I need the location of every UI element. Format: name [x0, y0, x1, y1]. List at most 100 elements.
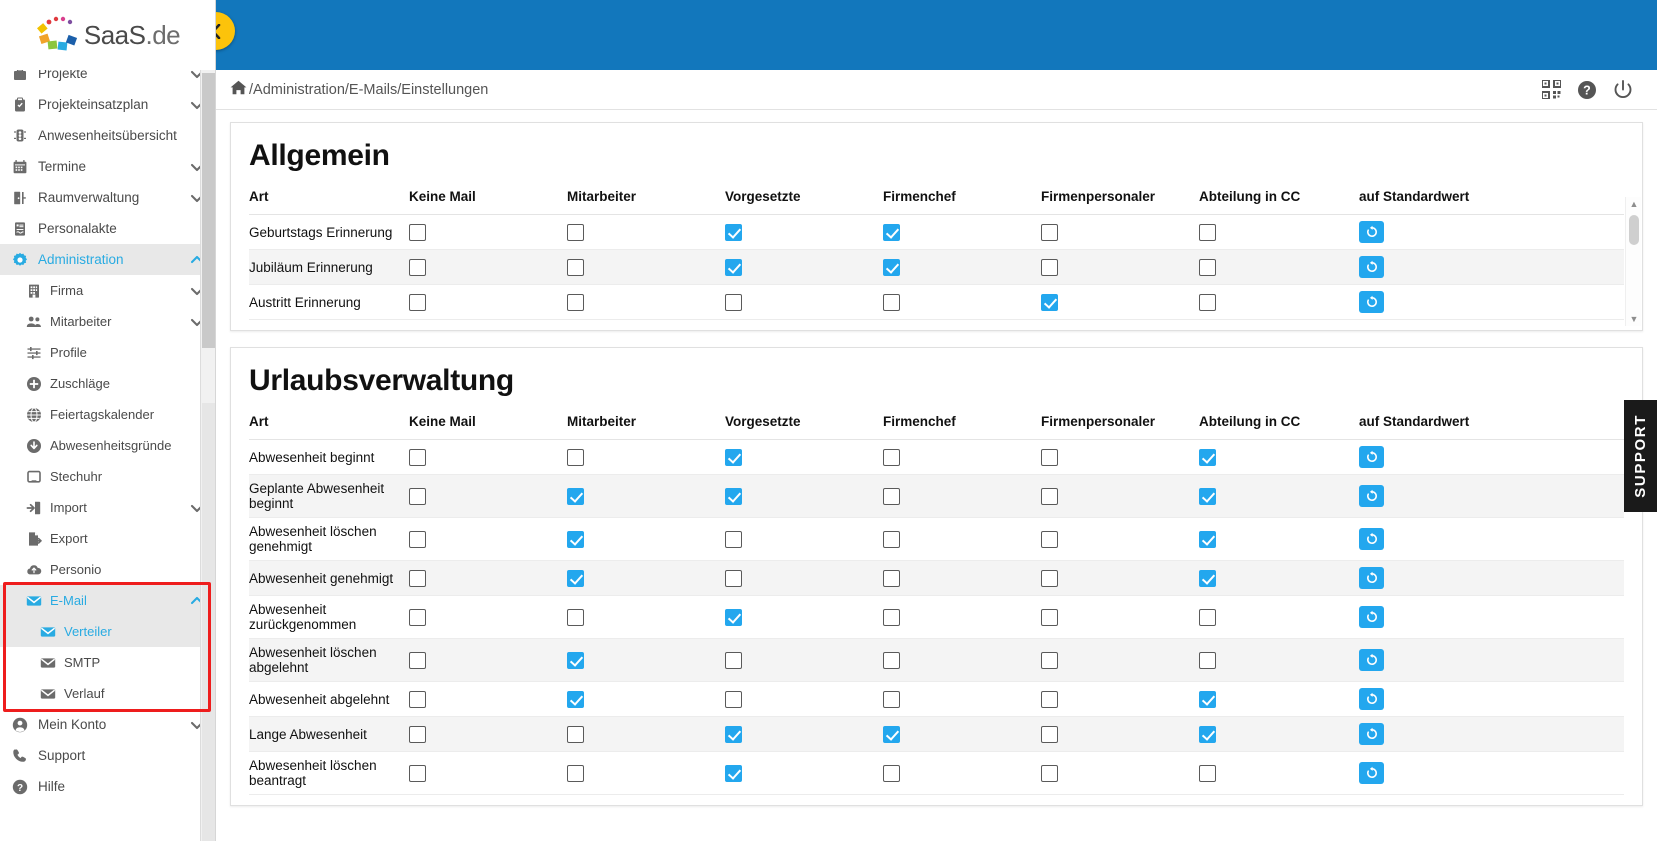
checkbox-abteilung-in-cc[interactable] [1199, 569, 1216, 587]
checkbox-vorgesetzte[interactable] [725, 258, 742, 276]
reset-to-default-button[interactable] [1359, 606, 1384, 628]
checkbox-firmenchef[interactable] [883, 725, 900, 743]
checkbox-firmenpersonaler[interactable] [1041, 293, 1058, 311]
checkbox-abteilung-in-cc[interactable] [1199, 764, 1216, 782]
sidebar-item-e-mail[interactable]: E-Mail [0, 585, 215, 616]
table-scroll-thumb[interactable] [1629, 215, 1639, 245]
sidebar-item-personalakte[interactable]: Personalakte [0, 213, 215, 244]
checkbox-firmenpersonaler[interactable] [1041, 223, 1058, 241]
reset-to-default-button[interactable] [1359, 688, 1384, 710]
checkbox-firmenchef[interactable] [883, 530, 900, 548]
checkbox-firmenpersonaler[interactable] [1041, 258, 1058, 276]
checkbox-firmenchef[interactable] [883, 764, 900, 782]
checkbox-mitarbeiter[interactable] [567, 690, 584, 708]
qr-code-icon[interactable] [1533, 75, 1569, 105]
checkbox-abteilung-in-cc[interactable] [1199, 608, 1216, 626]
sidebar-item-hilfe[interactable]: ? Hilfe [0, 771, 215, 802]
checkbox-firmenchef[interactable] [883, 258, 900, 276]
checkbox-mitarbeiter[interactable] [567, 530, 584, 548]
sidebar-item-personio[interactable]: Personio [0, 554, 215, 585]
checkbox-mitarbeiter[interactable] [567, 448, 584, 466]
checkbox-firmenpersonaler[interactable] [1041, 651, 1058, 669]
checkbox-keine-mail[interactable] [409, 690, 426, 708]
sidebar-item-import[interactable]: Import [0, 492, 215, 523]
scroll-down-icon[interactable]: ▼ [1626, 312, 1642, 326]
sidebar-scroll-track-lower[interactable] [202, 403, 215, 841]
sidebar-scrollbar[interactable]: ▲ [200, 58, 215, 841]
checkbox-vorgesetzte[interactable] [725, 530, 742, 548]
checkbox-abteilung-in-cc[interactable] [1199, 448, 1216, 466]
checkbox-firmenchef[interactable] [883, 690, 900, 708]
checkbox-keine-mail[interactable] [409, 293, 426, 311]
sidebar-item-mitarbeiter[interactable]: Mitarbeiter [0, 306, 215, 337]
checkbox-keine-mail[interactable] [409, 487, 426, 505]
reset-to-default-button[interactable] [1359, 256, 1384, 278]
sidebar-item-administration[interactable]: Administration [0, 244, 215, 275]
sidebar-item-verteiler[interactable]: Verteiler [0, 616, 215, 647]
sidebar-item-smtp[interactable]: SMTP [0, 647, 215, 678]
checkbox-keine-mail[interactable] [409, 725, 426, 743]
reset-to-default-button[interactable] [1359, 762, 1384, 784]
checkbox-mitarbeiter[interactable] [567, 258, 584, 276]
checkbox-firmenpersonaler[interactable] [1041, 569, 1058, 587]
checkbox-firmenpersonaler[interactable] [1041, 608, 1058, 626]
checkbox-keine-mail[interactable] [409, 448, 426, 466]
checkbox-keine-mail[interactable] [409, 258, 426, 276]
app-logo[interactable]: SaaS.de [0, 0, 215, 70]
sidebar-item-termine[interactable]: Termine [0, 151, 215, 182]
checkbox-keine-mail[interactable] [409, 651, 426, 669]
sidebar-item-profile[interactable]: Profile [0, 337, 215, 368]
checkbox-firmenchef[interactable] [883, 293, 900, 311]
checkbox-vorgesetzte[interactable] [725, 487, 742, 505]
checkbox-abteilung-in-cc[interactable] [1199, 487, 1216, 505]
checkbox-mitarbeiter[interactable] [567, 725, 584, 743]
breadcrumb[interactable]: /Administration/E-Mails/Einstellungen [230, 80, 488, 100]
checkbox-firmenpersonaler[interactable] [1041, 448, 1058, 466]
checkbox-abteilung-in-cc[interactable] [1199, 690, 1216, 708]
sidebar-item-feiertagskalender[interactable]: Feiertagskalender [0, 399, 215, 430]
sidebar-item-support[interactable]: Support [0, 740, 215, 771]
checkbox-mitarbeiter[interactable] [567, 608, 584, 626]
checkbox-firmenchef[interactable] [883, 487, 900, 505]
sidebar-item-projekteinsatzplan[interactable]: Projekteinsatzplan [0, 89, 215, 120]
checkbox-vorgesetzte[interactable] [725, 651, 742, 669]
checkbox-firmenpersonaler[interactable] [1041, 487, 1058, 505]
sidebar-item-abwesenheitsgr-nde[interactable]: Abwesenheitsgründe [0, 430, 215, 461]
power-icon[interactable] [1605, 75, 1641, 105]
checkbox-mitarbeiter[interactable] [567, 651, 584, 669]
checkbox-firmenpersonaler[interactable] [1041, 690, 1058, 708]
sidebar-item-zuschl-ge[interactable]: Zuschläge [0, 368, 215, 399]
checkbox-firmenpersonaler[interactable] [1041, 725, 1058, 743]
scroll-up-icon[interactable]: ▲ [1626, 197, 1642, 211]
sidebar-item-raumverwaltung[interactable]: Raumverwaltung [0, 182, 215, 213]
reset-to-default-button[interactable] [1359, 723, 1384, 745]
checkbox-vorgesetzte[interactable] [725, 690, 742, 708]
checkbox-keine-mail[interactable] [409, 569, 426, 587]
checkbox-keine-mail[interactable] [409, 530, 426, 548]
table-scrollbar[interactable]: ▲ ▼ [1625, 197, 1641, 326]
checkbox-firmenchef[interactable] [883, 448, 900, 466]
checkbox-firmenpersonaler[interactable] [1041, 764, 1058, 782]
checkbox-abteilung-in-cc[interactable] [1199, 258, 1216, 276]
checkbox-mitarbeiter[interactable] [567, 569, 584, 587]
sidebar-scroll-thumb[interactable] [202, 73, 215, 348]
checkbox-firmenchef[interactable] [883, 569, 900, 587]
checkbox-mitarbeiter[interactable] [567, 487, 584, 505]
reset-to-default-button[interactable] [1359, 528, 1384, 550]
checkbox-vorgesetzte[interactable] [725, 293, 742, 311]
checkbox-vorgesetzte[interactable] [725, 448, 742, 466]
checkbox-abteilung-in-cc[interactable] [1199, 293, 1216, 311]
checkbox-firmenpersonaler[interactable] [1041, 530, 1058, 548]
checkbox-firmenchef[interactable] [883, 608, 900, 626]
checkbox-vorgesetzte[interactable] [725, 764, 742, 782]
reset-to-default-button[interactable] [1359, 291, 1384, 313]
sidebar-item-export[interactable]: Export [0, 523, 215, 554]
reset-to-default-button[interactable] [1359, 649, 1384, 671]
checkbox-vorgesetzte[interactable] [725, 569, 742, 587]
home-icon[interactable] [230, 80, 247, 100]
checkbox-vorgesetzte[interactable] [725, 725, 742, 743]
checkbox-abteilung-in-cc[interactable] [1199, 530, 1216, 548]
checkbox-keine-mail[interactable] [409, 764, 426, 782]
checkbox-firmenchef[interactable] [883, 651, 900, 669]
checkbox-vorgesetzte[interactable] [725, 223, 742, 241]
